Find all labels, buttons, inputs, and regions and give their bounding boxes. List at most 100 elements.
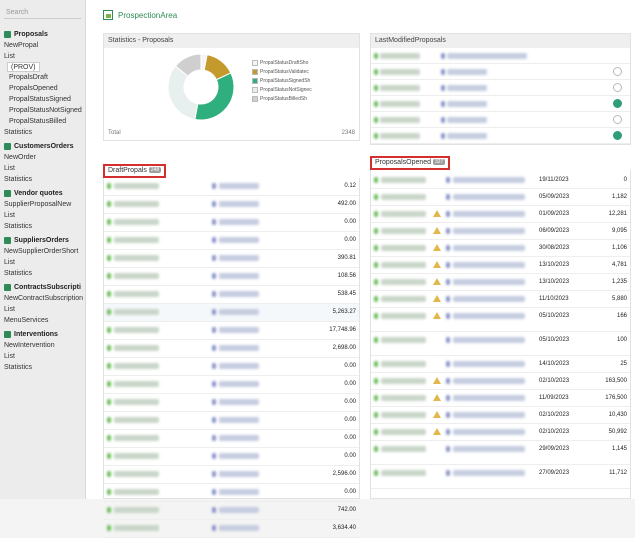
table-row[interactable]: 01/09/2023 12,281 — [371, 206, 630, 223]
thirdparty-icon — [212, 237, 216, 243]
vendor-quotes-icon — [4, 190, 11, 197]
table-row[interactable]: 05/10/2023 100 — [371, 332, 630, 356]
sidebar-item-status-billed[interactable]: PropalStatusBilled — [0, 116, 85, 127]
sidebar-item-status-not-signed[interactable]: PropalStatusNotSigned — [0, 105, 85, 116]
ref-text — [114, 219, 159, 225]
ref-icon — [374, 101, 378, 107]
thirdparty-icon — [212, 219, 216, 225]
table-row[interactable]: 06/09/2023 9,095 — [371, 223, 630, 240]
table-row[interactable]: 108.56 — [104, 268, 359, 286]
sidebar-item-new-propal[interactable]: NewPropal — [0, 40, 85, 51]
draft-propals-tab[interactable]: DraftPropals 248 — [103, 164, 167, 178]
table-row[interactable] — [371, 80, 630, 96]
thirdparty-text — [453, 470, 525, 476]
warning-icon — [433, 227, 441, 234]
table-row[interactable] — [371, 96, 630, 112]
table-row[interactable]: 538.45 — [104, 286, 359, 304]
table-row[interactable]: 05/10/2023 166 — [371, 308, 630, 332]
sidebar-item-new-intervention[interactable]: NewIntervention — [0, 340, 85, 351]
table-row[interactable]: 11/09/2023 176,500 — [371, 390, 630, 407]
amount-value: 390.81 — [337, 255, 356, 261]
sidebar-item-list[interactable]: List — [0, 163, 85, 174]
thirdparty-text — [453, 412, 525, 418]
table-row[interactable]: 0.00 — [104, 430, 359, 448]
ref-text — [114, 237, 159, 243]
sidebar-item-statistics[interactable]: Statistics — [0, 268, 85, 279]
table-row[interactable]: 742.00 — [104, 502, 359, 520]
ref-text — [114, 399, 159, 405]
table-row[interactable]: 30/08/2023 1,106 — [371, 240, 630, 257]
table-row[interactable] — [371, 128, 630, 144]
sidebar-item-supplier-proposal-new[interactable]: SupplierProposalNew — [0, 199, 85, 210]
table-row[interactable]: 0.12 — [104, 178, 359, 196]
sidebar-item-list[interactable]: List — [0, 210, 85, 221]
sidebar-item-prov[interactable]: (PROV) — [7, 62, 40, 72]
sidebar-item-menu-services[interactable]: MenuServices — [0, 315, 85, 326]
table-row[interactable]: 2,698.00 — [104, 340, 359, 358]
table-row[interactable]: 02/10/2023 50,992 — [371, 424, 630, 441]
sidebar-section-contracts[interactable]: ContractsSubscripti — [0, 282, 85, 293]
table-row[interactable]: 0.00 — [104, 214, 359, 232]
proposals-opened-tab[interactable]: ProposalsOpened 327 — [370, 156, 451, 170]
table-row[interactable]: 5,263.27 — [104, 304, 359, 322]
table-row[interactable]: 29/09/2023 1,145 — [371, 441, 630, 465]
table-row[interactable] — [371, 112, 630, 128]
table-row[interactable]: 0.00 — [104, 448, 359, 466]
table-row[interactable]: 0.00 — [104, 376, 359, 394]
thirdparty-text — [453, 262, 525, 268]
table-row[interactable]: 13/10/2023 1,235 — [371, 274, 630, 291]
table-row[interactable]: 02/10/2023 163,500 — [371, 373, 630, 390]
table-row[interactable]: 05/09/2023 1,182 — [371, 189, 630, 206]
sidebar-section-customer-orders[interactable]: CustomersOrders — [0, 141, 85, 152]
ref-icon — [107, 525, 111, 531]
table-row[interactable]: 0.00 — [104, 358, 359, 376]
sidebar-item-propals-opened[interactable]: PropalsOpened — [0, 83, 85, 94]
table-row[interactable]: 0.00 — [104, 484, 359, 502]
sidebar-item-new-order[interactable]: NewOrder — [0, 152, 85, 163]
ref-text — [114, 489, 159, 495]
sidebar-item-status-signed[interactable]: PropalStatusSigned — [0, 94, 85, 105]
table-row[interactable]: 0.00 — [104, 412, 359, 430]
sidebar-item-statistics[interactable]: Statistics — [0, 362, 85, 373]
date-value: 01/09/2023 — [539, 211, 570, 217]
sidebar-item-new-supplier-order[interactable]: NewSupplierOrderShort — [0, 246, 85, 257]
amount-value: 10,430 — [608, 412, 627, 418]
sidebar-section-vendor-quotes[interactable]: Vendor quotes — [0, 188, 85, 199]
table-row[interactable]: 14/10/2023 25 — [371, 356, 630, 373]
table-row[interactable]: 11/10/2023 5,880 — [371, 291, 630, 308]
table-row[interactable]: 0.00 — [104, 232, 359, 250]
table-row[interactable]: 02/10/2023 10,430 — [371, 407, 630, 424]
sidebar-item-statistics[interactable]: Statistics — [0, 221, 85, 232]
sidebar-item-list[interactable]: List — [0, 351, 85, 362]
table-row[interactable]: 2,596.00 — [104, 466, 359, 484]
sidebar-item-statistics[interactable]: Statistics — [0, 174, 85, 185]
thirdparty-icon — [212, 489, 216, 495]
sidebar-section-suppliers-orders[interactable]: SuppliersOrders — [0, 235, 85, 246]
table-row[interactable]: 492.00 — [104, 196, 359, 214]
amount-value: 9,095 — [611, 228, 627, 234]
search-input[interactable]: Search — [4, 6, 81, 19]
table-row[interactable]: 3,634.40 — [104, 520, 359, 538]
ref-icon — [374, 245, 378, 251]
table-row[interactable] — [371, 64, 630, 80]
amount-value: 5,880 — [611, 296, 627, 302]
table-row[interactable]: 17,748.96 — [104, 322, 359, 340]
sidebar-section-proposals[interactable]: Proposals — [0, 29, 85, 40]
sidebar-item-propals-draft[interactable]: PropalsDraft — [0, 72, 85, 83]
sidebar-item-list[interactable]: List — [0, 304, 85, 315]
sidebar-item-list[interactable]: List — [0, 257, 85, 268]
sidebar-item-list[interactable]: List — [0, 51, 85, 62]
table-row[interactable]: 13/10/2023 4,781 — [371, 257, 630, 274]
sidebar-section-interventions[interactable]: Interventions — [0, 329, 85, 340]
table-row[interactable]: 0.00 — [104, 394, 359, 412]
sidebar-item-statistics[interactable]: Statistics — [0, 127, 85, 138]
section-title: ContractsSubscripti — [14, 284, 81, 291]
proposals-pie-chart — [167, 53, 235, 121]
table-row[interactable]: 19/11/2023 0 — [371, 172, 630, 189]
pie-slice — [194, 72, 235, 121]
table-row[interactable]: 390.81 — [104, 250, 359, 268]
table-row[interactable]: 27/09/2023 11,712 — [371, 465, 630, 489]
table-row[interactable] — [371, 48, 630, 64]
ref-text — [114, 309, 159, 315]
sidebar-item-new-contract[interactable]: NewContractSubscription — [0, 293, 85, 304]
